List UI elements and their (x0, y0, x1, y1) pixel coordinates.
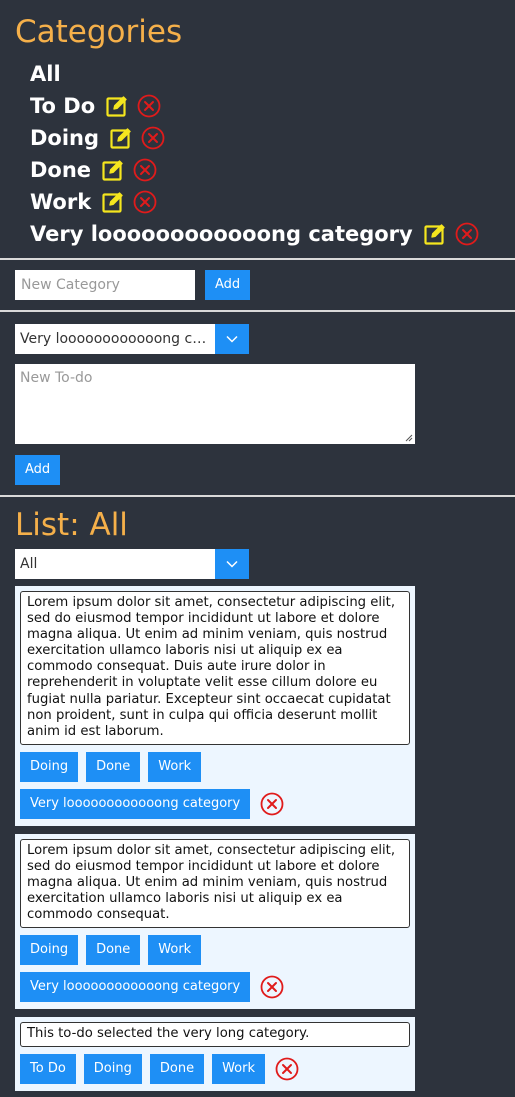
edit-icon[interactable] (101, 158, 125, 182)
edit-icon[interactable] (109, 126, 133, 150)
delete-icon[interactable] (275, 1057, 299, 1081)
list-title: List: All (15, 507, 128, 543)
add-todo-button[interactable]: Add (15, 455, 61, 485)
todo-category-select[interactable]: Very loooooooooooong category (15, 324, 249, 354)
new-category-form: New Category Add (15, 270, 500, 300)
edit-icon[interactable] (105, 94, 129, 118)
delete-icon[interactable] (455, 222, 479, 246)
edit-icon[interactable] (423, 222, 447, 246)
category-label[interactable]: Very loooooooooooong category (30, 222, 413, 246)
category-label[interactable]: Done (30, 158, 91, 182)
categories-title: Categories (15, 14, 183, 50)
todo-card: This to-do selected the very long catego… (15, 1017, 415, 1092)
tag-button[interactable]: Doing (20, 935, 79, 966)
category-item-doing: Doing (30, 122, 500, 154)
new-todo-textarea[interactable]: New To-do (15, 364, 415, 444)
delete-icon[interactable] (137, 94, 161, 118)
tag-button[interactable]: Very loooooooooooong category (20, 788, 251, 819)
category-item-very-long: Very loooooooooooong category (30, 218, 500, 250)
todo-category-buttons: Doing Done Work Very loooooooooooong cat… (20, 928, 410, 1009)
category-label[interactable]: Doing (30, 126, 99, 150)
tag-button[interactable]: Work (212, 1054, 265, 1085)
todo-card: Lorem ipsum dolor sit amet, consectetur … (15, 586, 415, 826)
tag-button[interactable]: Work (148, 751, 202, 782)
select-value: Very loooooooooooong category (20, 331, 210, 347)
tag-button[interactable]: Done (149, 1054, 205, 1085)
delete-icon[interactable] (133, 158, 157, 182)
new-category-input[interactable]: New Category (15, 270, 195, 300)
select-value: All (20, 556, 38, 572)
chevron-down-icon[interactable] (215, 324, 249, 354)
category-label[interactable]: Work (30, 190, 91, 214)
list-filter-select[interactable]: All (15, 549, 249, 579)
todo-category-buttons: Doing Done Work Very loooooooooooong cat… (20, 745, 410, 826)
todo-text[interactable]: This to-do selected the very long catego… (20, 1022, 410, 1048)
todo-card: Lorem ipsum dolor sit amet, consectetur … (15, 833, 415, 1010)
category-item-done: Done (30, 154, 500, 186)
category-list: All To Do Doing Done Work Very loooooooo… (30, 58, 500, 250)
tag-button[interactable]: Doing (20, 751, 79, 782)
add-category-button[interactable]: Add (205, 270, 251, 300)
chevron-down-icon[interactable] (215, 549, 249, 579)
delete-icon[interactable] (141, 126, 165, 150)
todo-text[interactable]: Lorem ipsum dolor sit amet, consectetur … (20, 591, 410, 745)
category-item-all[interactable]: All (30, 58, 500, 90)
delete-icon[interactable] (260, 792, 284, 816)
tag-button[interactable]: Very loooooooooooong category (20, 972, 251, 1003)
todo-text[interactable]: Lorem ipsum dolor sit amet, consectetur … (20, 838, 410, 929)
tag-button[interactable]: Work (148, 935, 202, 966)
category-label[interactable]: To Do (30, 94, 95, 118)
category-item-todo: To Do (30, 90, 500, 122)
tag-button[interactable]: To Do (20, 1054, 76, 1085)
todo-category-buttons: To Do Doing Done Work (20, 1047, 410, 1091)
category-item-work: Work (30, 186, 500, 218)
tag-button[interactable]: Done (86, 935, 141, 966)
edit-icon[interactable] (101, 190, 125, 214)
tag-button[interactable]: Done (86, 751, 141, 782)
tag-button[interactable]: Doing (83, 1054, 142, 1085)
delete-icon[interactable] (260, 975, 284, 999)
delete-icon[interactable] (133, 190, 157, 214)
category-label[interactable]: All (30, 62, 61, 86)
resize-grip-icon[interactable] (405, 434, 413, 442)
textarea-placeholder: New To-do (20, 370, 93, 386)
